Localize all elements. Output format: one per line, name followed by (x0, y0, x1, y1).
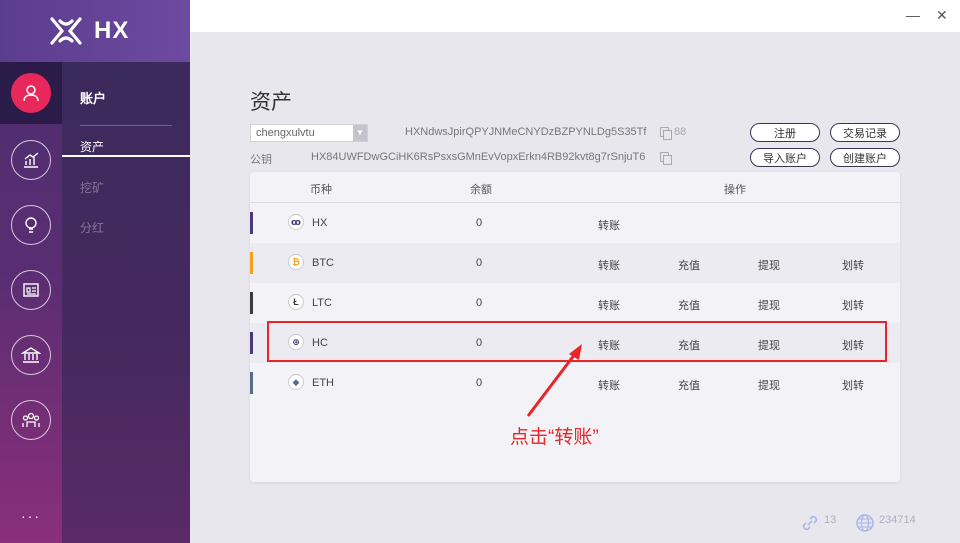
register-button[interactable]: 注册 (750, 123, 820, 142)
move-button[interactable]: 划转 (842, 297, 864, 313)
connection-count: 13 (824, 514, 837, 526)
deposit-button[interactable]: 充值 (678, 297, 700, 313)
chart-icon[interactable] (11, 140, 51, 180)
coin-name: ETH (312, 377, 334, 389)
pubkey-label: 公钥 (250, 154, 272, 166)
header-actions: 操作 (724, 184, 746, 196)
btc-icon: ₿ (288, 254, 304, 270)
transfer-button[interactable]: 转账 (598, 377, 620, 393)
subnav-item-dividend[interactable]: 分红 (80, 219, 104, 236)
chevron-down-icon[interactable]: ▼ (353, 125, 367, 141)
deposit-button[interactable]: 充值 (678, 377, 700, 393)
copy-address-icon[interactable] (660, 127, 672, 140)
coin-name: BTC (312, 257, 334, 269)
transfer-button[interactable]: 转账 (598, 297, 620, 313)
logo: HX (0, 0, 190, 62)
qr-code-icon[interactable]: 88 (674, 126, 686, 138)
coin-name: HX (312, 217, 328, 229)
create-account-button[interactable]: 创建账户 (830, 148, 900, 167)
page-title: 资产 (250, 91, 292, 114)
coin-balance: 0 (476, 377, 483, 389)
subnav-item-mining[interactable]: 挖矿 (80, 179, 104, 196)
table-row: ꝏ HX 0 转账 (250, 203, 900, 243)
bank-icon[interactable] (11, 335, 51, 375)
subnav-active-underline (62, 155, 190, 157)
subnav-item-assets[interactable]: 资产 (80, 138, 104, 155)
row-marker (250, 372, 253, 394)
more-icon[interactable]: ··· (0, 508, 62, 524)
table-row: Ł LTC 0 转账 充值 提现 划转 (250, 283, 900, 323)
transfer-button[interactable]: 转账 (598, 257, 620, 273)
block-height: 234714 (879, 514, 916, 526)
coin-balance: 0 (476, 297, 483, 309)
account-select-value: chengxulvtu (256, 127, 315, 139)
withdraw-button[interactable]: 提现 (758, 297, 780, 313)
logo-text: HX (94, 17, 130, 44)
row-marker (250, 332, 253, 354)
hx-icon: ꝏ (288, 214, 304, 230)
account-icon[interactable] (11, 73, 51, 113)
close-icon[interactable]: ✕ (936, 7, 948, 24)
deposit-button[interactable]: 充值 (678, 257, 700, 273)
import-account-button[interactable]: 导入账户 (750, 148, 820, 167)
history-button[interactable]: 交易记录 (830, 123, 900, 142)
coin-balance: 0 (476, 257, 483, 269)
icon-rail: ··· (0, 0, 62, 543)
transfer-button[interactable]: 转账 (598, 217, 620, 233)
coin-name: LTC (312, 297, 332, 309)
subnav-title: 账户 (80, 91, 107, 106)
coin-balance: 0 (476, 217, 483, 229)
move-button[interactable]: 划转 (842, 257, 864, 273)
globe-icon (856, 514, 874, 532)
annotation-text: 点击“转账” (510, 427, 599, 448)
account-address: HXNdwsJpirQPYJNMeCNYDzBZPYNLDg5S35Tf (405, 126, 647, 138)
withdraw-button[interactable]: 提现 (758, 377, 780, 393)
link-icon (802, 515, 818, 531)
row-marker (250, 292, 253, 314)
header-balance: 余额 (470, 184, 492, 196)
row-marker (250, 212, 253, 234)
title-bar: — ✕ (190, 0, 960, 32)
minimize-icon[interactable]: — (906, 7, 920, 23)
withdraw-button[interactable]: 提现 (758, 257, 780, 273)
divider (80, 125, 172, 126)
ltc-icon: Ł (288, 294, 304, 310)
hx-logo-icon (50, 17, 82, 45)
move-button[interactable]: 划转 (842, 377, 864, 393)
public-key: HX84UWFDwGCiHK6RsPsxsGMnEvVopxErkn4RB92k… (311, 151, 646, 163)
annotation-arrow (526, 344, 582, 417)
bulb-icon[interactable] (11, 205, 51, 245)
copy-pubkey-icon[interactable] (660, 152, 672, 165)
eth-icon: ◆ (288, 374, 304, 390)
row-marker (250, 252, 253, 274)
header-coin: 币种 (310, 184, 332, 196)
community-icon[interactable] (11, 400, 51, 440)
news-icon[interactable] (11, 270, 51, 310)
sub-navigation: 账户 资产 挖矿 分红 (62, 62, 190, 543)
table-row: ₿ BTC 0 转账 充值 提现 划转 (250, 243, 900, 283)
account-select[interactable]: chengxulvtu ▼ (250, 124, 368, 142)
